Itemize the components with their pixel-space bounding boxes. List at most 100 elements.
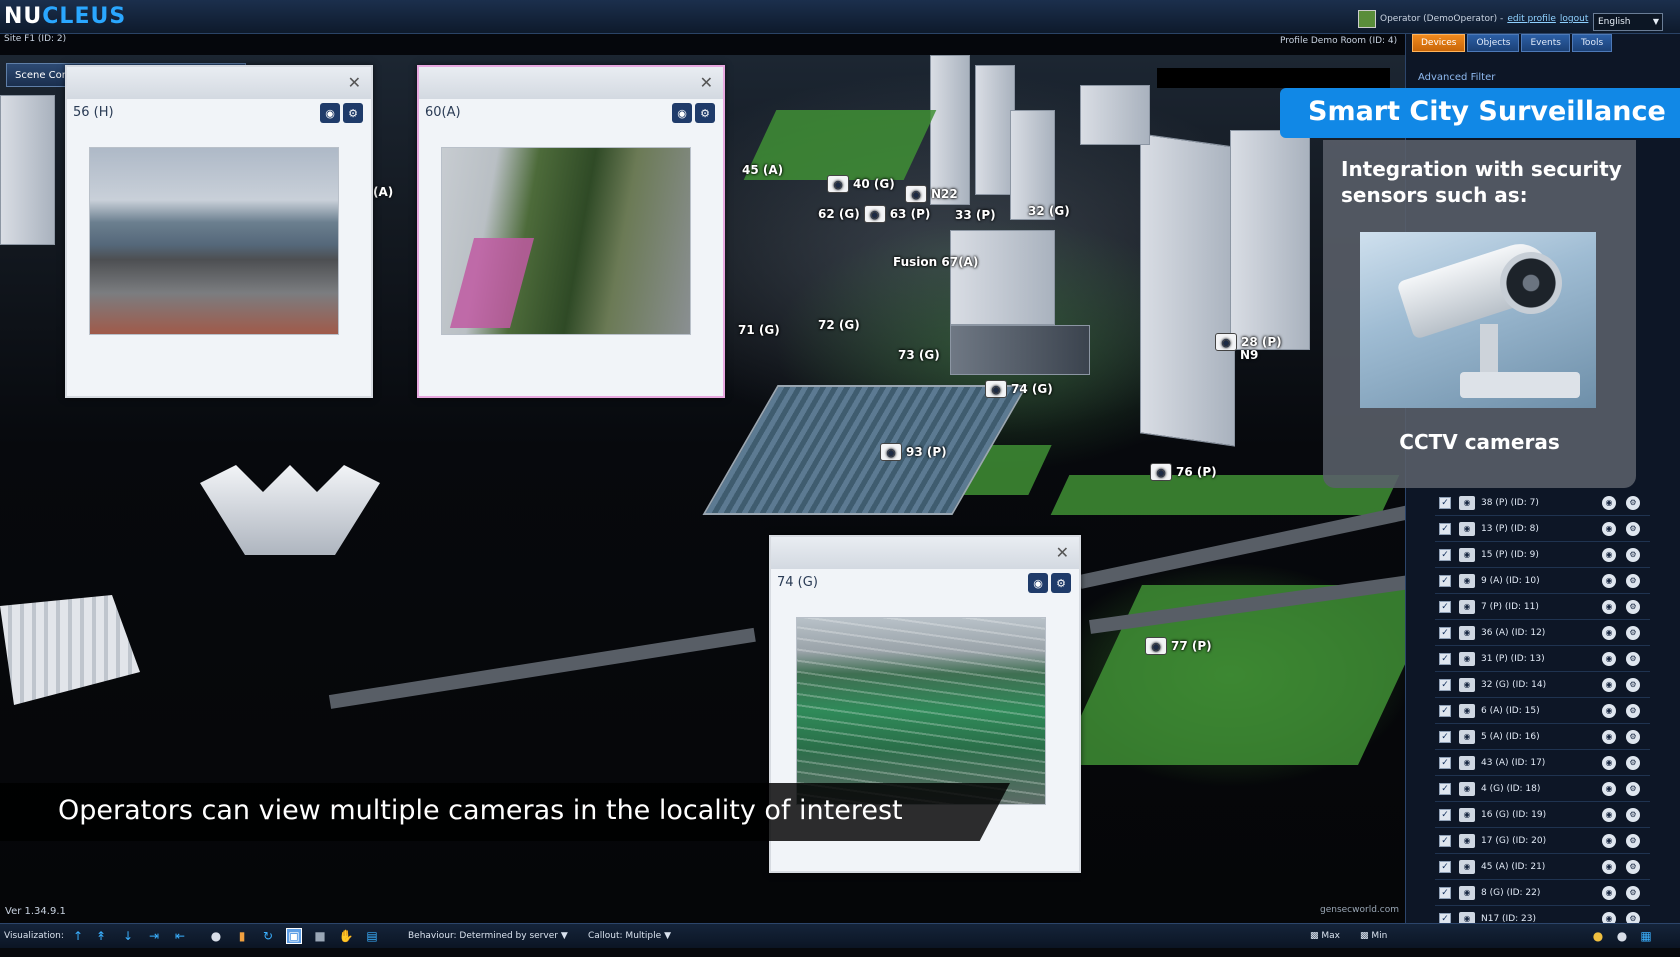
checkbox[interactable]: ✓ [1439, 860, 1451, 873]
gear-icon[interactable]: ⚙ [1626, 859, 1640, 874]
language-select[interactable]: English ▼ [1593, 13, 1663, 31]
camera-marker[interactable]: ◉ 77 (P) [1145, 637, 1212, 655]
eye-icon[interactable]: ◉ [1602, 573, 1616, 588]
device-row[interactable]: ✓ ◉ 38 (P) (ID: 7) ◉ ⚙ [1435, 490, 1650, 516]
checkbox[interactable]: ✓ [1439, 496, 1451, 509]
eye-icon[interactable]: ◉ [1602, 521, 1616, 536]
camera-marker[interactable]: 71 (G) [738, 323, 780, 337]
camera-feed[interactable] [89, 147, 339, 335]
eye-icon[interactable]: ◉ [672, 103, 692, 123]
device-row[interactable]: ✓ ◉ 4 (G) (ID: 18) ◉ ⚙ [1435, 776, 1650, 802]
device-row[interactable]: ✓ ◉ 13 (P) (ID: 8) ◉ ⚙ [1435, 516, 1650, 542]
gear-icon[interactable]: ⚙ [1626, 833, 1640, 848]
arrow-left-icon[interactable]: ⇤ [172, 928, 188, 944]
close-icon[interactable]: ✕ [348, 73, 361, 92]
gear-icon[interactable]: ⚙ [1626, 885, 1640, 900]
gear-icon[interactable]: ⚙ [695, 103, 715, 123]
eye-icon[interactable]: ◉ [1602, 729, 1616, 744]
gear-icon[interactable]: ⚙ [1626, 573, 1640, 588]
close-icon[interactable]: ✕ [700, 73, 713, 92]
device-row[interactable]: ✓ ◉ 16 (G) (ID: 19) ◉ ⚙ [1435, 802, 1650, 828]
checkbox[interactable]: ✓ [1439, 548, 1451, 561]
eye-icon[interactable]: ◉ [1602, 781, 1616, 796]
advanced-filter-link[interactable]: Advanced Filter [1418, 72, 1495, 83]
checkbox[interactable]: ✓ [1439, 730, 1451, 743]
refresh-icon[interactable]: ↻ [260, 928, 276, 944]
user-icon[interactable]: ● [208, 928, 224, 944]
eye-icon[interactable]: ◉ [1602, 703, 1616, 718]
callout-dropdown[interactable]: Callout: Multiple ▼ [588, 931, 671, 941]
tab-tools[interactable]: Tools [1571, 34, 1613, 52]
camera-marker[interactable]: ◉ 40 (G) [827, 175, 895, 193]
eye-icon[interactable]: ◉ [1028, 573, 1048, 593]
camera-marker[interactable]: 62 (G) ◉ 63 (P) [818, 205, 930, 223]
pin-icon[interactable]: ● [1614, 928, 1630, 944]
camera-marker[interactable]: ◉ 76 (P) [1150, 463, 1217, 481]
behaviour-dropdown[interactable]: Behaviour: Determined by server ▼ [408, 931, 568, 941]
camera-marker[interactable]: 45 (A) [742, 163, 783, 177]
eye-icon[interactable]: ◉ [1602, 885, 1616, 900]
gear-icon[interactable]: ⚙ [1626, 755, 1640, 770]
camera-feed[interactable] [796, 617, 1046, 805]
eye-icon[interactable]: ◉ [1602, 495, 1616, 510]
camera-marker[interactable]: 73 (G) [898, 348, 940, 362]
window-titlebar[interactable]: ✕ [771, 537, 1079, 569]
device-row[interactable]: ✓ ◉ 9 (A) (ID: 10) ◉ ⚙ [1435, 568, 1650, 594]
eye-icon[interactable]: ◉ [1602, 755, 1616, 770]
gear-icon[interactable]: ⚙ [343, 103, 363, 123]
gear-icon[interactable]: ⚙ [1626, 807, 1640, 822]
checkbox[interactable]: ✓ [1439, 704, 1451, 717]
gear-icon[interactable]: ⚙ [1626, 729, 1640, 744]
checkbox[interactable]: ✓ [1439, 756, 1451, 769]
device-row[interactable]: ✓ ◉ 36 (A) (ID: 12) ◉ ⚙ [1435, 620, 1650, 646]
device-row[interactable]: ✓ ◉ 8 (G) (ID: 22) ◉ ⚙ [1435, 880, 1650, 906]
camera-window[interactable]: ✕ 56 (H) ◉ ⚙ [65, 65, 373, 398]
checkbox[interactable]: ✓ [1439, 652, 1451, 665]
eye-icon[interactable]: ◉ [1602, 677, 1616, 692]
device-row[interactable]: ✓ ◉ 45 (A) (ID: 21) ◉ ⚙ [1435, 854, 1650, 880]
camera-marker[interactable]: ◉ 93 (P) [880, 443, 947, 461]
camera-marker[interactable]: 32 (G) [1028, 204, 1070, 218]
device-row[interactable]: ✓ ◉ 17 (G) (ID: 20) ◉ ⚙ [1435, 828, 1650, 854]
bulb-icon[interactable]: ● [1590, 928, 1606, 944]
device-row[interactable]: ✓ ◉ 32 (G) (ID: 14) ◉ ⚙ [1435, 672, 1650, 698]
camera-window[interactable]: ✕ 60(A) ◉ ⚙ [417, 65, 725, 398]
checkbox[interactable]: ✓ [1439, 678, 1451, 691]
gear-icon[interactable]: ⚙ [1626, 495, 1640, 510]
min-button[interactable]: ▩ Min [1360, 931, 1387, 941]
checkbox[interactable]: ✓ [1439, 600, 1451, 613]
marker-label[interactable]: (A) [373, 185, 393, 199]
gear-icon[interactable]: ⚙ [1626, 625, 1640, 640]
gear-icon[interactable]: ⚙ [1626, 599, 1640, 614]
eye-icon[interactable]: ◉ [320, 103, 340, 123]
grid-icon[interactable]: ▦ [1638, 928, 1654, 944]
checkbox[interactable]: ✓ [1439, 626, 1451, 639]
gear-icon[interactable]: ⚙ [1626, 703, 1640, 718]
checkbox[interactable]: ✓ [1439, 834, 1451, 847]
arrow-down-icon[interactable]: ↓ [120, 928, 136, 944]
max-button[interactable]: ▩ Max [1310, 931, 1340, 941]
tab-events[interactable]: Events [1521, 34, 1570, 52]
eye-icon[interactable]: ◉ [1602, 599, 1616, 614]
arrow-top-icon[interactable]: ↟ [93, 928, 109, 944]
device-row[interactable]: ✓ ◉ 31 (P) (ID: 13) ◉ ⚙ [1435, 646, 1650, 672]
checkbox[interactable]: ✓ [1439, 574, 1451, 587]
tab-devices[interactable]: Devices [1412, 34, 1466, 52]
gear-icon[interactable]: ⚙ [1626, 651, 1640, 666]
gear-icon[interactable]: ⚙ [1051, 573, 1071, 593]
edit-profile-link[interactable]: edit profile [1507, 14, 1556, 24]
gear-icon[interactable]: ⚙ [1626, 677, 1640, 692]
gear-icon[interactable]: ⚙ [1626, 781, 1640, 796]
arrow-up-icon[interactable]: ↑ [70, 928, 86, 944]
hand-icon[interactable]: ✋ [338, 928, 354, 944]
eye-icon[interactable]: ◉ [1602, 807, 1616, 822]
gear-icon[interactable]: ⚙ [1626, 547, 1640, 562]
checkbox[interactable]: ✓ [1439, 808, 1451, 821]
close-icon[interactable]: ✕ [1056, 543, 1069, 562]
eye-icon[interactable]: ◉ [1602, 833, 1616, 848]
arrow-right-icon[interactable]: ⇥ [146, 928, 162, 944]
eye-icon[interactable]: ◉ [1602, 547, 1616, 562]
camera-marker[interactable]: ◉ N22 [905, 185, 958, 203]
device-row[interactable]: ✓ ◉ 5 (A) (ID: 16) ◉ ⚙ [1435, 724, 1650, 750]
fusion-marker[interactable]: Fusion 67(A) [893, 255, 978, 269]
